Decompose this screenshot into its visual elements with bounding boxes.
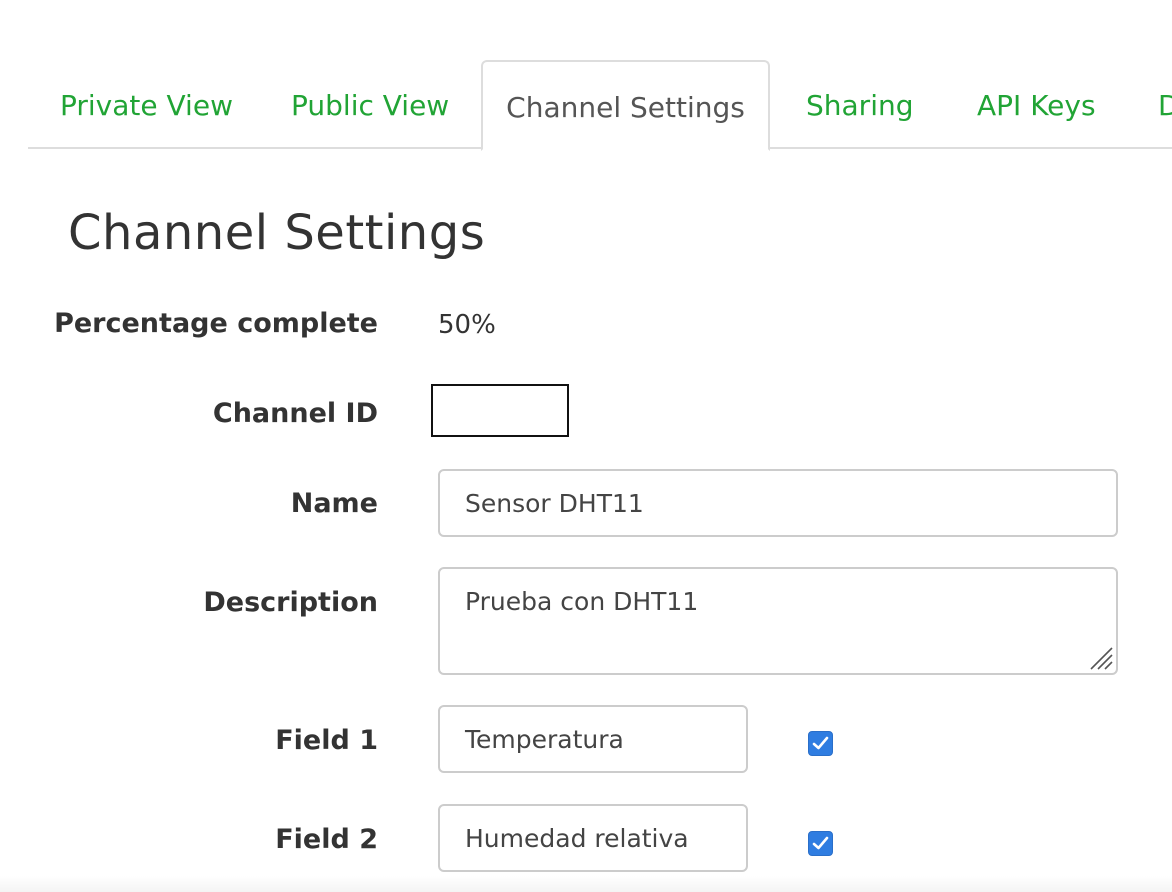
resize-grip-icon[interactable]	[1087, 644, 1113, 670]
channel-settings-page: Private View Public View Channel Setting…	[0, 0, 1172, 892]
percentage-complete-value: 50%	[438, 310, 496, 340]
description-textarea[interactable]: Prueba con DHT11	[438, 567, 1118, 675]
percentage-complete-label: Percentage complete	[54, 308, 378, 339]
checkmark-icon	[812, 836, 829, 850]
channel-id-value	[431, 384, 569, 437]
field-2-checkbox[interactable]	[808, 831, 833, 856]
checkmark-icon	[812, 736, 829, 750]
channel-id-label: Channel ID	[212, 398, 378, 429]
description-text: Prueba con DHT11	[465, 587, 699, 616]
tab-data-import-export[interactable]: D	[1158, 60, 1172, 149]
field-1-checkbox[interactable]	[808, 731, 833, 756]
field-2-label: Field 2	[275, 824, 378, 855]
field-1-label: Field 1	[275, 725, 378, 756]
tab-api-keys[interactable]: API Keys	[977, 60, 1096, 149]
tab-public-view[interactable]: Public View	[291, 60, 449, 149]
bottom-edge	[0, 876, 1172, 892]
field-1-input[interactable]: Temperatura	[438, 705, 748, 773]
tab-private-view[interactable]: Private View	[60, 60, 233, 149]
tab-bar: Private View Public View Channel Setting…	[28, 60, 1172, 151]
tab-sharing[interactable]: Sharing	[806, 60, 914, 149]
tab-channel-settings[interactable]: Channel Settings	[481, 60, 770, 151]
description-label: Description	[203, 587, 378, 618]
field-2-input[interactable]: Humedad relativa	[438, 804, 748, 872]
page-title: Channel Settings	[68, 205, 486, 261]
name-input[interactable]: Sensor DHT11	[438, 469, 1118, 537]
name-label: Name	[290, 488, 378, 519]
